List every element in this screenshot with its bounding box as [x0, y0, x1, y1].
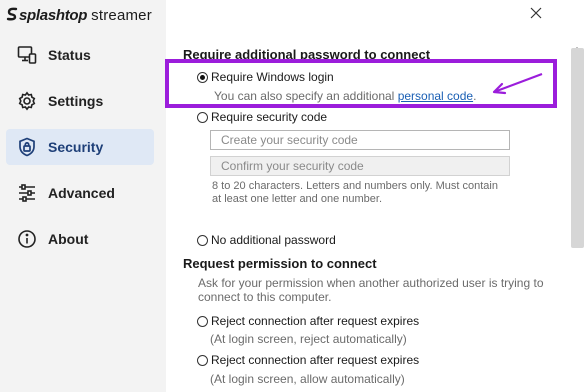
radio-button[interactable] [197, 111, 208, 123]
radio-no-additional-password[interactable]: No additional password [197, 232, 336, 248]
radio-button[interactable] [197, 71, 208, 83]
security-code-note-line2: at least one letter and one number. [212, 193, 383, 205]
sidebar-item-label: Status [48, 47, 91, 63]
monitor-status-icon [17, 45, 37, 65]
radio-label: Reject connection after request expires [211, 353, 420, 367]
permission-desc-line1: Ask for your permission when another aut… [198, 276, 544, 290]
close-icon [530, 7, 542, 19]
gear-icon [17, 91, 37, 111]
radio-label: Require Windows login [211, 70, 334, 84]
sidebar-item-label: Settings [48, 93, 104, 109]
sidebar-item-settings[interactable]: Settings [6, 83, 154, 119]
splashtop-logo-icon [6, 7, 18, 24]
section-title-permission: Request permission to connect [183, 256, 377, 271]
sidebar-item-label: Security [48, 139, 104, 155]
radio-require-windows-login[interactable]: Require Windows login [197, 69, 334, 85]
sidebar-item-label: About [48, 231, 89, 247]
windows-login-hint: You can also specify an additional perso… [214, 89, 476, 103]
reject-connection-1-sub: (At login screen, reject automatically) [210, 332, 407, 346]
hint-text: You can also specify an additional [214, 89, 398, 103]
section-title-password: Require additional password to connect [183, 47, 431, 62]
permission-desc-line2: connect to this computer. [198, 290, 332, 304]
logo-brand-text: splashtop [19, 6, 88, 24]
sidebar-item-about[interactable]: About [6, 221, 154, 257]
radio-label: No additional password [211, 233, 336, 247]
sidebar-item-status[interactable]: Status [6, 37, 154, 73]
reject-connection-2-sub: (At login screen, allow automatically) [210, 372, 405, 386]
radio-reject-connection-2[interactable]: Reject connection after request expires [197, 352, 419, 368]
personal-code-link[interactable]: personal code [398, 89, 473, 103]
radio-button[interactable] [197, 234, 208, 246]
vertical-scrollbar[interactable] [568, 36, 587, 392]
sidebar: splashtop streamer Status Settings Secur… [0, 0, 166, 392]
radio-label: Reject connection after request expires [211, 314, 420, 328]
radio-reject-connection-1[interactable]: Reject connection after request expires [197, 313, 419, 329]
security-code-note-line1: 8 to 20 characters. Letters and numbers … [212, 180, 498, 192]
sidebar-item-security[interactable]: Security [6, 129, 154, 165]
shield-lock-icon [17, 137, 37, 157]
radio-label: Require security code [211, 110, 328, 124]
app-logo: splashtop streamer [6, 5, 152, 25]
sidebar-item-advanced[interactable]: Advanced [6, 175, 154, 211]
confirm-security-code-input[interactable] [210, 156, 510, 176]
sliders-icon [17, 183, 37, 203]
close-button[interactable] [529, 6, 543, 20]
radio-require-security-code[interactable]: Require security code [197, 109, 327, 125]
sidebar-item-label: Advanced [48, 185, 115, 201]
annotation-arrow-icon [492, 72, 543, 95]
radio-button[interactable] [197, 315, 208, 327]
logo-product-text: streamer [91, 6, 152, 24]
create-security-code-input[interactable] [210, 130, 510, 150]
radio-button[interactable] [197, 354, 208, 366]
scrollbar-thumb[interactable] [571, 48, 584, 248]
hint-suffix: . [473, 89, 477, 103]
info-icon [17, 229, 37, 249]
